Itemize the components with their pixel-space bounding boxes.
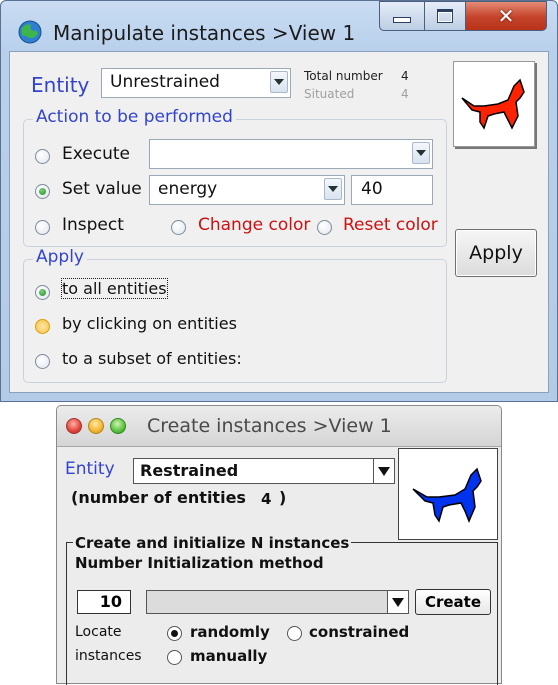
execute-radio[interactable] xyxy=(35,149,50,164)
close-button[interactable]: ✕ xyxy=(465,1,547,31)
apply-all-label: to all entities xyxy=(61,278,168,299)
window-title: Create instances >View 1 xyxy=(147,415,392,437)
n-instances-value: 10 xyxy=(99,592,122,611)
total-number-value: 4 xyxy=(401,69,409,83)
execute-select[interactable] xyxy=(149,139,433,169)
zoom-window-icon[interactable] xyxy=(110,418,126,434)
total-number-label: Total number xyxy=(304,69,383,83)
dropdown-arrow-icon[interactable] xyxy=(373,459,394,483)
apply-subset-label: to a subset of entities: xyxy=(62,349,242,368)
minimize-button[interactable] xyxy=(379,1,425,31)
window-title: Manipulate instances >View 1 xyxy=(53,21,356,45)
manually-radio[interactable] xyxy=(167,650,182,665)
close-window-icon[interactable] xyxy=(66,418,82,434)
title-bar[interactable]: Create instances >View 1 xyxy=(57,406,501,447)
situated-label: Situated xyxy=(304,87,355,101)
chevron-down-icon[interactable] xyxy=(324,178,342,200)
number-init-label: Number Initialization method xyxy=(75,554,324,572)
minimize-window-icon[interactable] xyxy=(88,418,104,434)
title-bar[interactable]: Manipulate instances >View 1 ✕ xyxy=(7,1,551,49)
set-value-label: Set value xyxy=(62,179,142,199)
entity-label: Entity xyxy=(31,73,90,97)
n-instances-input[interactable]: 10 xyxy=(77,590,131,614)
minimize-icon xyxy=(393,17,411,23)
create-group-title: Create and initialize N instances xyxy=(73,534,352,552)
inspect-radio[interactable] xyxy=(35,220,50,235)
set-value-field-select[interactable]: energy xyxy=(149,175,345,205)
entity-select[interactable]: Restrained xyxy=(133,458,395,484)
number-of-entities-value: 4 xyxy=(261,490,272,508)
create-instances-window: Create instances >View 1 Entity Restrain… xyxy=(56,405,502,685)
apply-all-radio[interactable] xyxy=(35,285,50,300)
chevron-down-icon[interactable] xyxy=(270,71,288,93)
situated-value: 4 xyxy=(401,87,409,101)
constrained-label: constrained xyxy=(309,623,410,641)
apply-subset-radio[interactable] xyxy=(35,354,50,369)
manipulate-instances-window: Manipulate instances >View 1 ✕ Entity Un… xyxy=(0,0,558,402)
create-button[interactable]: Create xyxy=(415,589,491,615)
action-group-title: Action to be performed xyxy=(33,107,236,127)
entity-select[interactable]: Unrestrained xyxy=(101,68,291,98)
set-value-input[interactable]: 40 xyxy=(351,175,433,205)
animal-shape-icon xyxy=(461,78,525,130)
entity-select-value: Unrestrained xyxy=(110,72,220,92)
manually-label: manually xyxy=(190,647,268,665)
reset-color-radio[interactable] xyxy=(317,220,332,235)
randomly-label: randomly xyxy=(190,623,270,641)
apply-clicking-radio[interactable] xyxy=(35,319,50,334)
number-of-entities-close: ) xyxy=(279,488,287,507)
entity-preview xyxy=(453,61,535,147)
apply-group-title: Apply xyxy=(33,247,87,267)
randomly-radio[interactable] xyxy=(167,626,182,641)
chevron-down-icon[interactable] xyxy=(412,142,430,164)
animal-shape-icon xyxy=(412,467,482,523)
entity-preview xyxy=(398,448,498,540)
change-color-radio[interactable] xyxy=(171,220,186,235)
entity-select-value: Restrained xyxy=(140,461,239,480)
execute-label: Execute xyxy=(62,144,130,164)
apply-button[interactable]: Apply xyxy=(455,229,537,277)
locate-label-line1: Locate xyxy=(75,624,122,640)
number-of-entities-label: (number of entities xyxy=(71,488,246,507)
maximize-icon xyxy=(437,9,453,23)
app-globe-icon xyxy=(18,20,42,44)
set-value-number: 40 xyxy=(361,179,383,199)
locate-label-line2: instances xyxy=(75,648,142,664)
apply-clicking-label: by clicking on entities xyxy=(62,314,237,333)
dropdown-arrow-icon[interactable] xyxy=(387,591,408,613)
set-value-field-value: energy xyxy=(158,179,218,199)
close-icon: ✕ xyxy=(497,4,515,28)
set-value-radio[interactable] xyxy=(35,184,50,199)
inspect-label: Inspect xyxy=(62,215,124,235)
init-method-select[interactable] xyxy=(146,590,409,614)
entity-label: Entity xyxy=(65,459,115,479)
reset-color-label: Reset color xyxy=(343,215,438,235)
constrained-radio[interactable] xyxy=(287,626,302,641)
maximize-button[interactable] xyxy=(424,1,466,31)
change-color-label: Change color xyxy=(198,215,311,235)
